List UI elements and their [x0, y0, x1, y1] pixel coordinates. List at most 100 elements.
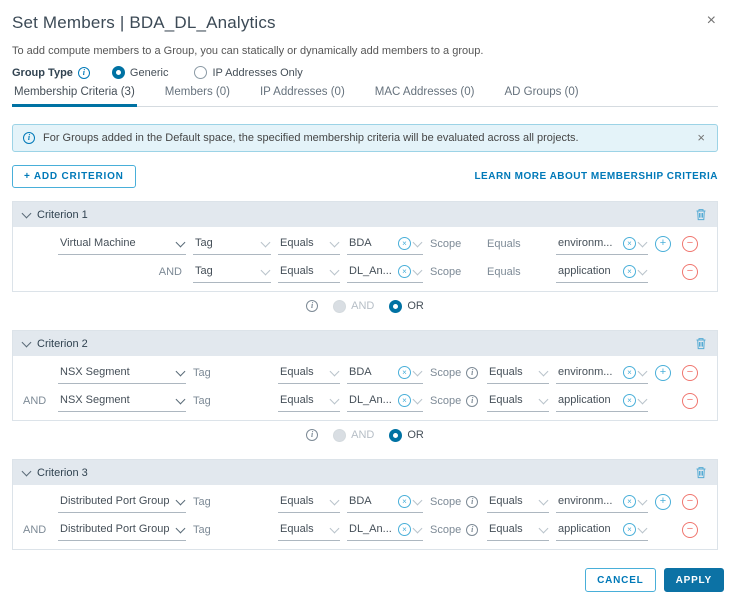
scope-value-field[interactable]: application ×	[556, 261, 648, 283]
delete-criterion-1-icon[interactable]	[695, 208, 707, 221]
radio-generic[interactable]: Generic	[111, 66, 168, 79]
scope-value-field[interactable]: application ×	[556, 390, 648, 412]
connector-info-icon[interactable]: i	[306, 300, 319, 312]
scope-value-field[interactable]: application ×	[556, 519, 648, 541]
entity-select[interactable]: Distributed Port Group	[58, 519, 186, 541]
tag-value-field[interactable]: DL_An... ×	[347, 261, 423, 283]
radio-ip-addresses-only[interactable]: IP Addresses Only	[194, 66, 303, 79]
scope-info-icon[interactable]: i	[466, 367, 479, 379]
connector-info-icon[interactable]: i	[306, 429, 319, 441]
entity-select[interactable]: Virtual Machine	[58, 233, 186, 255]
group-type-info-icon[interactable]: i	[77, 66, 90, 79]
add-expression-icon[interactable]: +	[655, 365, 671, 381]
remove-expression-icon[interactable]: −	[682, 236, 698, 252]
clear-tag-icon[interactable]: ×	[398, 365, 411, 379]
tag-value-field[interactable]: BDA ×	[347, 491, 423, 513]
tag-value-field[interactable]: BDA ×	[347, 362, 423, 384]
scope-operator-select[interactable]: Equals	[487, 491, 549, 513]
scope-operator-select[interactable]: Equals	[487, 390, 549, 412]
connector-and-option[interactable]: AND	[333, 299, 374, 313]
add-expression-icon[interactable]: +	[655, 236, 671, 252]
learn-more-link[interactable]: LEARN MORE ABOUT MEMBERSHIP CRITERIA	[474, 171, 718, 182]
criterion-2-header[interactable]: Criterion 2	[13, 331, 717, 356]
remove-expression-icon[interactable]: −	[682, 393, 698, 409]
tab-ip-addresses[interactable]: IP Addresses (0)	[258, 86, 347, 107]
entity-value: NSX Segment	[60, 394, 130, 406]
tab-ad-groups[interactable]: AD Groups (0)	[502, 86, 580, 107]
cancel-button[interactable]: CANCEL	[585, 568, 656, 592]
chevron-down-icon	[329, 495, 340, 505]
delete-criterion-2-icon[interactable]	[695, 337, 707, 350]
tag-value-field[interactable]: DL_An... ×	[347, 390, 423, 412]
tag-value-field[interactable]: BDA ×	[347, 233, 423, 255]
criterion-1-header[interactable]: Criterion 1	[13, 202, 717, 227]
entity-value: Distributed Port Group	[60, 523, 170, 535]
scope-value-field[interactable]: environm... ×	[556, 233, 648, 255]
tab-members[interactable]: Members (0)	[163, 86, 232, 107]
operator-select[interactable]: Equals	[278, 233, 340, 255]
connector-or-option[interactable]: OR	[389, 428, 424, 442]
apply-button[interactable]: APPLY	[663, 568, 724, 592]
entity-select[interactable]: NSX Segment	[58, 390, 186, 412]
operator-select[interactable]: Equals	[278, 390, 340, 412]
remove-expression-icon[interactable]: −	[682, 494, 698, 510]
property-select[interactable]: Tag	[193, 233, 271, 255]
criterion-2-title: Criterion 2	[37, 337, 88, 350]
scope-operator-select[interactable]: Equals	[487, 362, 549, 384]
entity-value: NSX Segment	[60, 366, 130, 378]
clear-scope-icon[interactable]: ×	[623, 264, 636, 278]
criterion-3-header[interactable]: Criterion 3	[13, 460, 717, 485]
info-banner: i For Groups added in the Default space,…	[12, 124, 718, 152]
delete-criterion-3-icon[interactable]	[695, 466, 707, 479]
dialog-header: Set Members | BDA_DL_Analytics ×	[0, 0, 730, 33]
remove-expression-icon[interactable]: −	[682, 264, 698, 280]
clear-tag-icon[interactable]: ×	[398, 264, 411, 278]
clear-scope-icon[interactable]: ×	[623, 494, 636, 508]
chevron-down-icon	[637, 237, 648, 247]
property-select[interactable]: Tag	[193, 261, 271, 283]
scope-operator-value: Equals	[489, 366, 523, 378]
criterion-3-body: Distributed Port Group Tag Equals BDA × …	[13, 485, 717, 549]
clear-scope-icon[interactable]: ×	[623, 393, 636, 407]
clear-tag-icon[interactable]: ×	[398, 522, 411, 536]
chevron-down-icon	[412, 237, 423, 247]
radio-disabled-icon	[333, 428, 347, 442]
scope-info-icon[interactable]: i	[466, 395, 479, 407]
remove-expression-icon[interactable]: −	[682, 522, 698, 538]
entity-select[interactable]: Distributed Port Group	[58, 491, 186, 513]
operator-select[interactable]: Equals	[278, 491, 340, 513]
operator-select[interactable]: Equals	[278, 519, 340, 541]
chevron-down-icon	[412, 366, 423, 376]
tab-mac-addresses[interactable]: MAC Addresses (0)	[373, 86, 477, 107]
criterion-3-title: Criterion 3	[37, 466, 88, 479]
clear-scope-icon[interactable]: ×	[623, 236, 636, 250]
clear-scope-icon[interactable]: ×	[623, 522, 636, 536]
add-criterion-button[interactable]: + ADD CRITERION	[12, 165, 136, 188]
radio-unchecked-icon[interactable]	[194, 66, 208, 79]
entity-select[interactable]: NSX Segment	[58, 362, 186, 384]
scope-operator-select[interactable]: Equals	[487, 519, 549, 541]
intro-text: To add compute members to a Group, you c…	[12, 45, 484, 57]
connector-or-option[interactable]: OR	[389, 299, 424, 313]
clear-scope-icon[interactable]: ×	[623, 365, 636, 379]
banner-close-icon[interactable]: ×	[695, 130, 707, 146]
radio-checked-icon[interactable]	[389, 299, 403, 313]
scope-value-field[interactable]: environm... ×	[556, 362, 648, 384]
scope-info-icon[interactable]: i	[466, 524, 479, 536]
connector-and-option[interactable]: AND	[333, 428, 374, 442]
scope-info-icon[interactable]: i	[466, 496, 479, 508]
radio-checked-icon[interactable]	[111, 66, 125, 79]
close-icon[interactable]: ×	[705, 13, 718, 29]
criterion-1-row-1: Virtual Machine Tag Equals BDA × Scope E…	[23, 230, 707, 258]
operator-select[interactable]: Equals	[278, 362, 340, 384]
clear-tag-icon[interactable]: ×	[398, 393, 411, 407]
tab-membership-criteria[interactable]: Membership Criteria (3)	[12, 86, 137, 107]
clear-tag-icon[interactable]: ×	[398, 236, 411, 250]
radio-checked-icon[interactable]	[389, 428, 403, 442]
tag-value-field[interactable]: DL_An... ×	[347, 519, 423, 541]
clear-tag-icon[interactable]: ×	[398, 494, 411, 508]
operator-select[interactable]: Equals	[278, 261, 340, 283]
add-expression-icon[interactable]: +	[655, 494, 671, 510]
remove-expression-icon[interactable]: −	[682, 365, 698, 381]
scope-value-field[interactable]: environm... ×	[556, 491, 648, 513]
